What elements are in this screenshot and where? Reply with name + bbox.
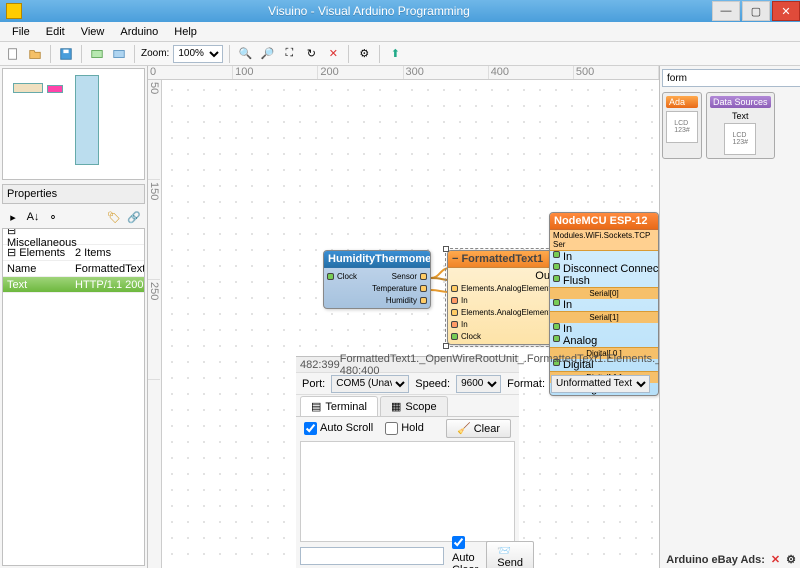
- terminal-icon: ▤: [311, 400, 321, 413]
- format-select[interactable]: Unformatted Text: [551, 375, 650, 393]
- refresh-icon[interactable]: ↻: [302, 45, 320, 63]
- send-input[interactable]: [300, 547, 444, 565]
- port-label: Port:: [302, 378, 325, 390]
- status-bar: 482:399 FormattedText1._OpenWireRootUnit…: [296, 357, 519, 373]
- ruler-vertical: 50150250: [148, 80, 162, 568]
- properties-header: Properties: [2, 184, 145, 204]
- palette-group-datasources: Data Sources Text LCD123#: [706, 92, 775, 159]
- ruler-horizontal: 0100200300400500: [148, 66, 659, 80]
- properties-toolbar: ▸ A↓ ⚬ 🏷 🔗: [0, 206, 147, 228]
- autoclear-checkbox[interactable]: Auto Clear: [452, 536, 478, 568]
- design-canvas[interactable]: 0100200300400500 50150250 HumidityThermo…: [148, 66, 660, 568]
- node-subtitle: Modules.WiFi.Sockets.TCP Ser: [550, 230, 658, 251]
- new-file-icon[interactable]: [4, 45, 22, 63]
- component-palette: ✕ 👤 ▦ ▤ Ada LCD123# Data Sources Text LC…: [660, 66, 800, 568]
- palette-group-ada: Ada LCD123#: [662, 92, 702, 159]
- properties-title: Properties: [7, 188, 57, 200]
- left-panel: Properties ▸ A↓ ⚬ 🏷 🔗 ⊟ Miscellaneous⊟ E…: [0, 66, 148, 568]
- property-row[interactable]: ⊟ Miscellaneous: [3, 229, 144, 245]
- menu-arduino[interactable]: Arduino: [112, 24, 166, 40]
- prop-link-icon[interactable]: 🔗: [125, 208, 143, 226]
- menu-file[interactable]: File: [4, 24, 38, 40]
- send-button[interactable]: 📨 Send: [486, 541, 534, 568]
- speed-label: Speed:: [415, 378, 450, 390]
- component-blue-icon[interactable]: [110, 45, 128, 63]
- clear-button[interactable]: 🧹 Clear: [446, 419, 511, 438]
- autoscroll-checkbox[interactable]: Auto Scroll: [304, 422, 373, 435]
- minimize-button[interactable]: —: [712, 1, 740, 21]
- palette-item[interactable]: LCD123#: [724, 123, 756, 155]
- node-title: NodeMCU ESP-12: [550, 213, 658, 230]
- terminal-output[interactable]: [300, 441, 515, 542]
- prop-expand-icon[interactable]: ▸: [4, 208, 22, 226]
- serial-config-row: Port: COM5 (Unava Speed: 9600 Format: Un…: [296, 373, 519, 395]
- port-select[interactable]: COM5 (Unava: [331, 375, 409, 393]
- menu-help[interactable]: Help: [166, 24, 205, 40]
- component-green-icon[interactable]: [88, 45, 106, 63]
- zoom-label: Zoom:: [141, 48, 169, 59]
- save-icon[interactable]: [57, 45, 75, 63]
- prop-tag-icon[interactable]: 🏷: [105, 208, 123, 226]
- terminal-tabs: ▤Terminal ▦Scope: [296, 395, 519, 417]
- close-button[interactable]: ✕: [772, 1, 800, 21]
- property-row[interactable]: NameFormattedText1: [3, 261, 144, 277]
- open-file-icon[interactable]: [26, 45, 44, 63]
- window-title: Visuino - Visual Arduino Programming: [28, 4, 710, 18]
- delete-icon[interactable]: ✕: [324, 45, 342, 63]
- properties-tree[interactable]: ⊟ Miscellaneous⊟ Elements2 Items NameFor…: [2, 228, 145, 566]
- palette-item[interactable]: LCD123#: [666, 111, 698, 143]
- tab-terminal[interactable]: ▤Terminal: [300, 396, 378, 416]
- node-title: HumidityThermometer1: [324, 251, 430, 268]
- terminal-options: Auto Scroll Hold 🧹 Clear: [296, 417, 519, 439]
- menu-bar: File Edit View Arduino Help: [0, 22, 800, 42]
- palette-search-input[interactable]: [662, 69, 800, 87]
- menu-edit[interactable]: Edit: [38, 24, 73, 40]
- main-toolbar: Zoom: 100% 🔍 🔎 ⛶ ↻ ✕ ⚙ ⬆: [0, 42, 800, 66]
- title-bar: Visuino - Visual Arduino Programming — ▢…: [0, 0, 800, 22]
- zoom-select[interactable]: 100%: [173, 45, 223, 63]
- ads-close-icon[interactable]: ✕: [771, 553, 780, 566]
- upload-icon[interactable]: ⬆: [386, 45, 404, 63]
- prop-filter-icon[interactable]: ⚬: [44, 208, 62, 226]
- node-humidity-thermometer[interactable]: HumidityThermometer1 Clock SensorTempera…: [323, 250, 431, 309]
- property-row[interactable]: ⊟ Elements2 Items: [3, 245, 144, 261]
- connect-button[interactable]: 📶Connect: [656, 375, 660, 393]
- speed-select[interactable]: 9600: [456, 375, 501, 393]
- menu-view[interactable]: View: [73, 24, 113, 40]
- zoom-in-icon[interactable]: 🔍: [236, 45, 254, 63]
- status-coords: 482:399: [300, 359, 340, 371]
- zoom-fit-icon[interactable]: ⛶: [280, 45, 298, 63]
- zoom-out-icon[interactable]: 🔎: [258, 45, 276, 63]
- gear-icon[interactable]: ⚙: [355, 45, 373, 63]
- tab-scope[interactable]: ▦Scope: [380, 396, 448, 416]
- property-row[interactable]: TextHTTP/1.1 200 O: [3, 277, 144, 293]
- bottom-panel: 482:399 FormattedText1._OpenWireRootUnit…: [296, 356, 519, 568]
- prop-sort-icon[interactable]: A↓: [24, 208, 42, 226]
- format-label: Format:: [507, 378, 545, 390]
- send-row: Auto Clear 📨 Send: [296, 544, 519, 568]
- overview-map[interactable]: [2, 68, 145, 180]
- ads-settings-icon[interactable]: ⚙: [786, 553, 796, 566]
- app-icon: [6, 3, 22, 19]
- scope-icon: ▦: [391, 400, 401, 413]
- maximize-button[interactable]: ▢: [742, 1, 770, 21]
- footer-ads: Arduino eBay Ads: ✕ ⚙: [666, 553, 796, 566]
- hold-checkbox[interactable]: Hold: [385, 422, 424, 435]
